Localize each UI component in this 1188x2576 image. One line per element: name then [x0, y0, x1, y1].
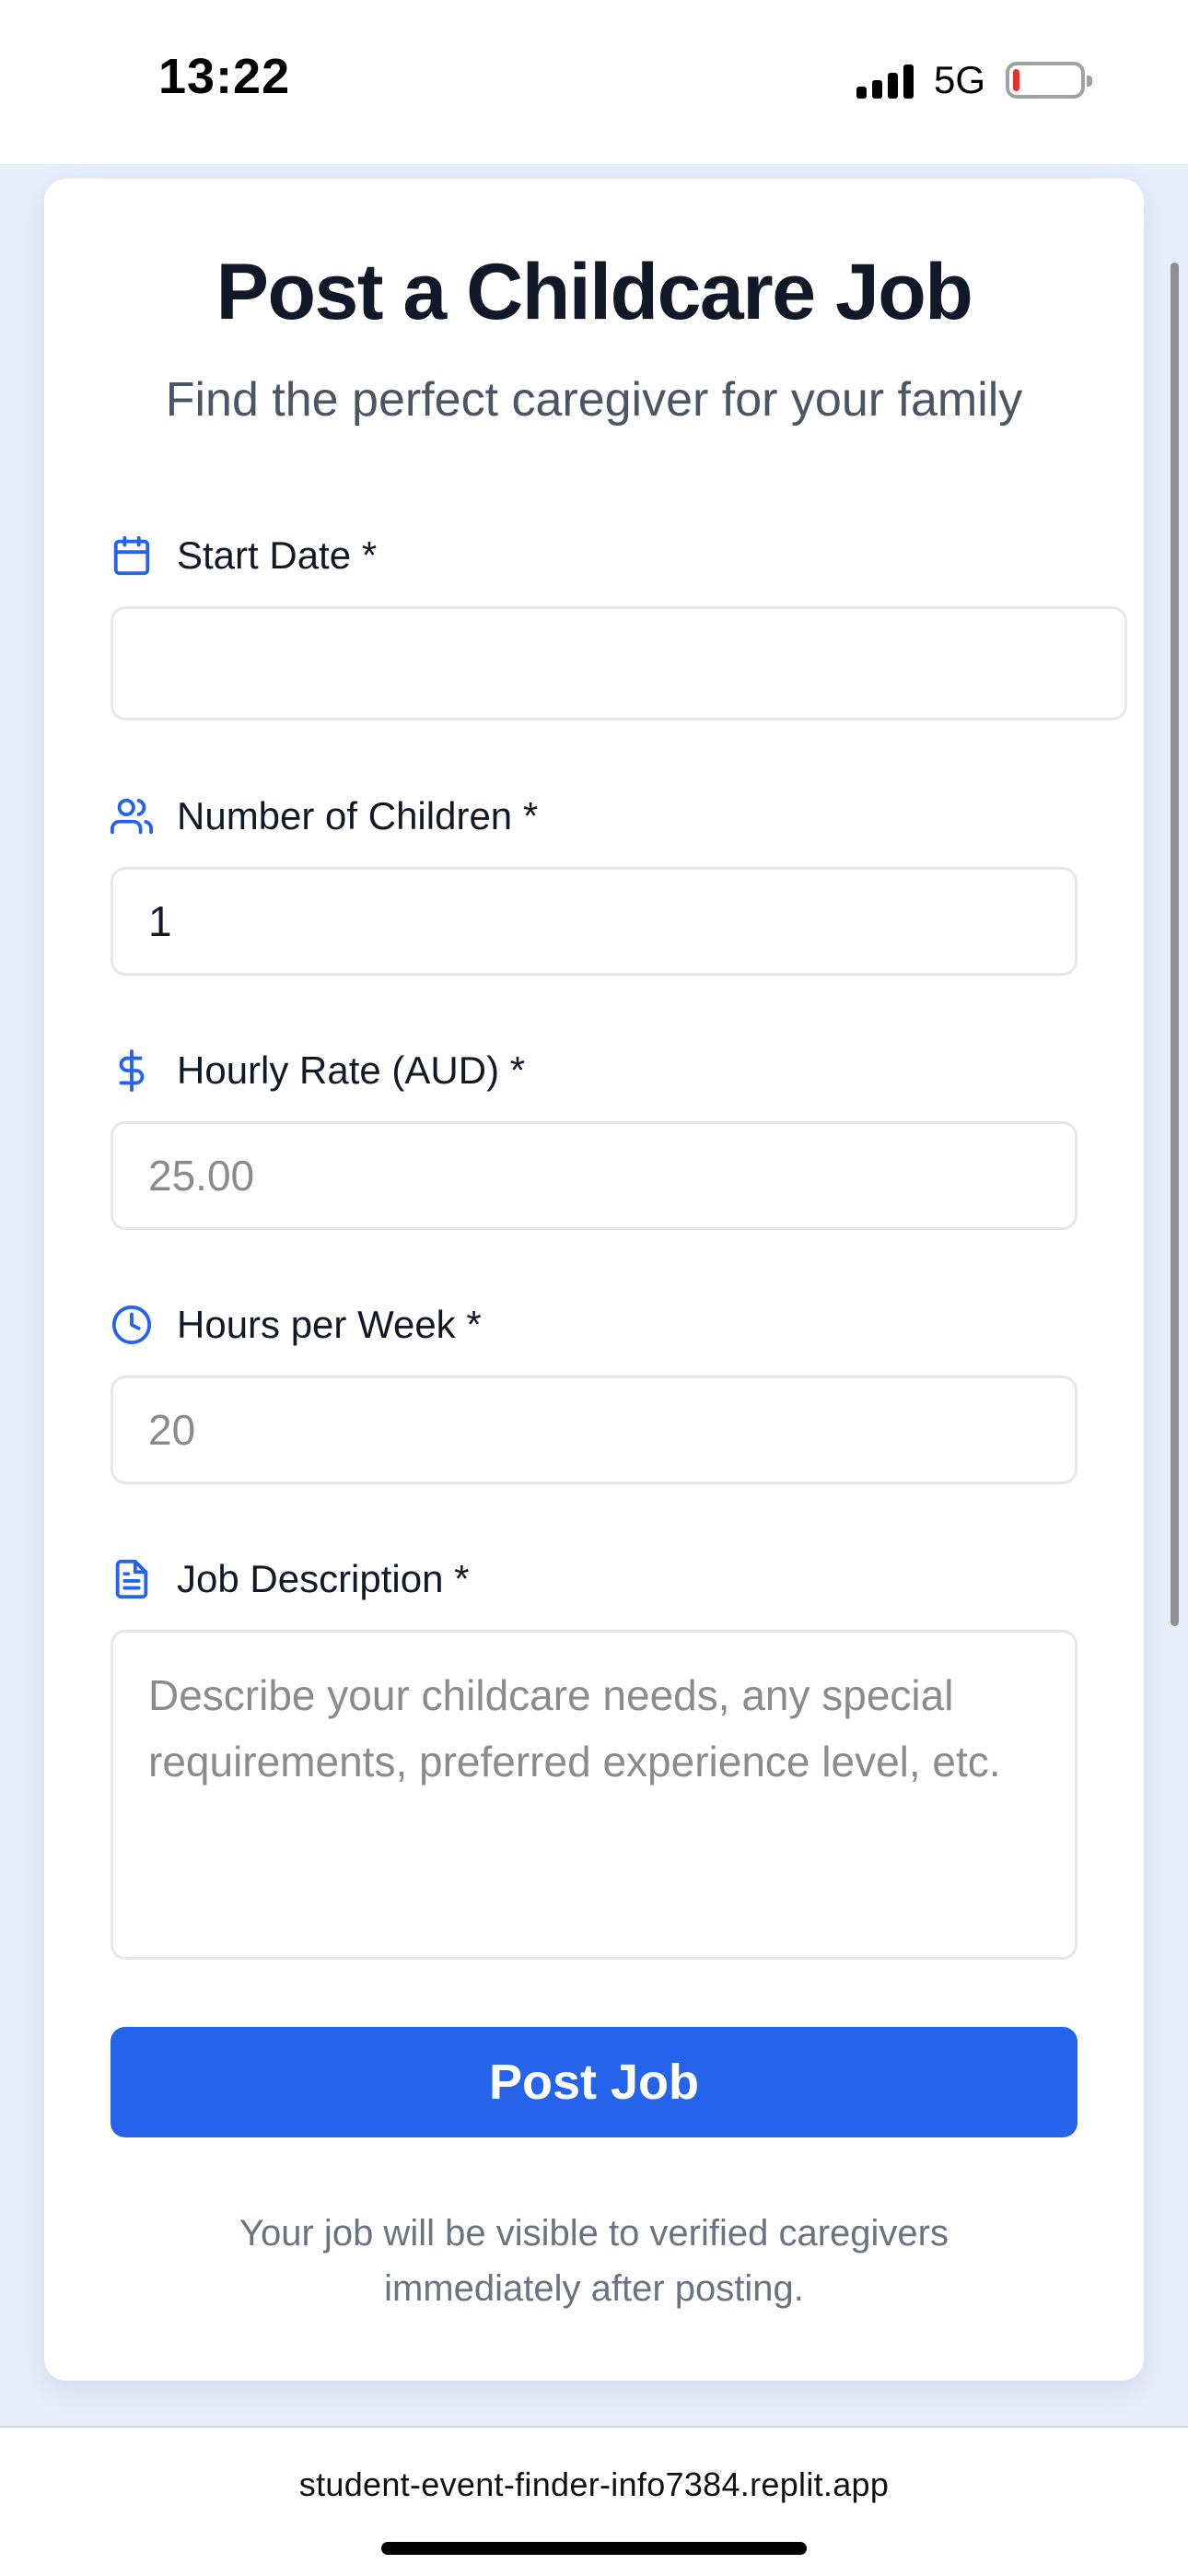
children-input[interactable]	[111, 867, 1077, 976]
rate-label: Hourly Rate (AUD) *	[111, 1043, 525, 1098]
start-date-label: Start Date *	[111, 528, 377, 583]
signal-icon	[856, 62, 914, 99]
page-title: Post a Childcare Job	[215, 248, 973, 336]
hours-label-text: Hours per Week *	[177, 1303, 482, 1346]
status-bar: 13:22 5G	[0, 0, 1188, 164]
status-indicators: 5G	[856, 57, 1092, 103]
start-date-label-text: Start Date *	[177, 533, 378, 577]
start-date-input[interactable]	[111, 606, 1127, 720]
calendar-icon	[113, 535, 150, 576]
dollar-icon	[119, 1049, 145, 1092]
status-time: 13:22	[158, 49, 291, 104]
children-label-text: Number of Children *	[177, 794, 539, 837]
battery-icon	[1006, 62, 1092, 99]
scrollbar[interactable]	[1171, 263, 1179, 1626]
job-description-textarea[interactable]	[111, 1630, 1077, 1960]
hours-label: Hours per Week *	[111, 1297, 482, 1352]
battery-level	[1013, 69, 1019, 91]
visibility-note: Your job will be visible to verified car…	[239, 2213, 949, 2309]
users-icon	[111, 798, 153, 835]
clock-icon	[111, 1305, 152, 1345]
children-label: Number of Children *	[111, 789, 538, 844]
network-type: 5G	[933, 58, 985, 101]
description-label: Job Description *	[111, 1551, 469, 1607]
post-job-button[interactable]: Post Job	[111, 2027, 1077, 2137]
home-indicator[interactable]	[381, 2542, 807, 2555]
description-label-text: Job Description *	[177, 1557, 470, 1600]
url-text[interactable]: student-event-finder-info7384.replit.app	[0, 2465, 1188, 2504]
hourly-rate-input[interactable]	[111, 1121, 1077, 1230]
hours-per-week-input[interactable]	[111, 1376, 1077, 1484]
document-icon	[115, 1559, 148, 1599]
rate-label-text: Hourly Rate (AUD) *	[177, 1048, 526, 1092]
page-subtitle: Find the perfect caregiver for your fami…	[165, 373, 1023, 427]
